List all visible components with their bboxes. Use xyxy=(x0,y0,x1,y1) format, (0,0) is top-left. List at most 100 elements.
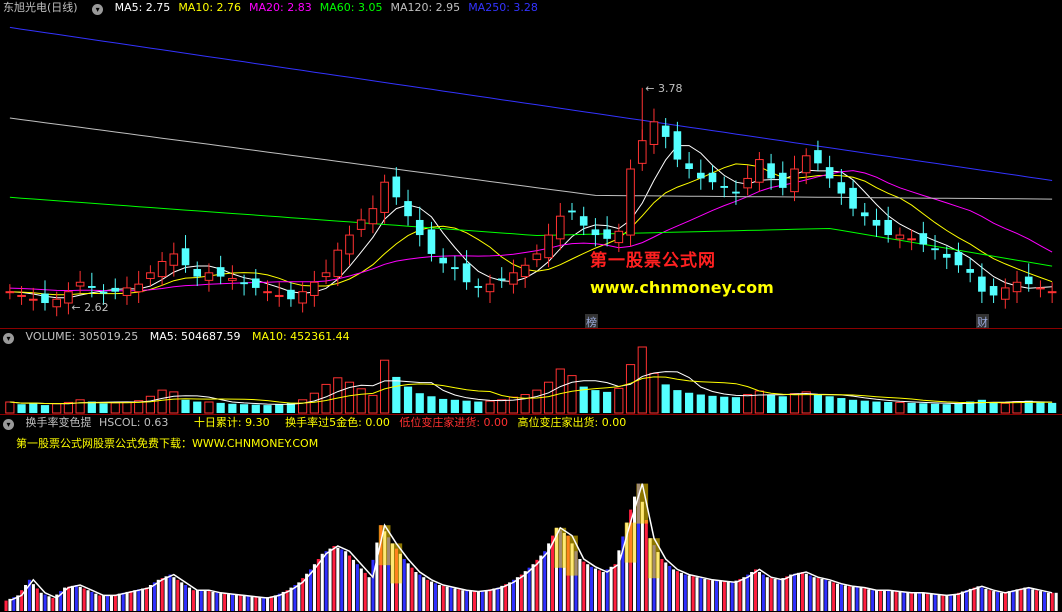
turnover-bar xyxy=(469,591,473,611)
turnover-bar xyxy=(851,586,855,611)
turnover-bar xyxy=(39,592,43,611)
volume-bar xyxy=(275,404,284,413)
volume-bar xyxy=(895,401,905,414)
turnover-bar xyxy=(1046,592,1050,611)
turnover-bar xyxy=(875,590,879,611)
candle-body xyxy=(122,287,132,296)
candle-body xyxy=(497,278,506,281)
volume-bar xyxy=(415,393,424,413)
turnover-bar xyxy=(215,592,219,611)
turnover-bar xyxy=(4,600,8,611)
candle-body xyxy=(356,219,366,230)
turnover-bar xyxy=(902,592,906,611)
candle-body xyxy=(75,281,85,287)
turnover-bar xyxy=(863,588,867,611)
candle-body xyxy=(1012,281,1022,293)
volume-bar xyxy=(52,403,62,414)
volume-bar xyxy=(696,394,705,413)
candle-body xyxy=(1036,287,1045,290)
turnover-bar xyxy=(269,596,274,611)
turnover-bar xyxy=(430,581,434,611)
volume-bar xyxy=(216,402,225,413)
turnover-bar xyxy=(726,581,730,611)
ma-legend-item: MA10: 2.76 xyxy=(178,1,242,14)
turnover-bar xyxy=(133,590,137,611)
turnover-bar xyxy=(796,572,801,611)
turnover-bar xyxy=(1015,589,1019,611)
candle-body xyxy=(5,291,15,294)
candle-body xyxy=(637,140,647,164)
turnover-bar xyxy=(999,592,1004,611)
volume-bar xyxy=(977,399,986,413)
volume-bar xyxy=(333,377,343,414)
turnover-bar xyxy=(340,549,344,611)
turnover-bar xyxy=(160,578,164,611)
tag-cai[interactable]: 财 xyxy=(976,314,989,328)
turnover-bar xyxy=(742,577,746,611)
turnover-bar xyxy=(878,590,883,611)
tag-bang[interactable]: 榜 xyxy=(585,314,598,328)
turnover-bar xyxy=(1003,591,1007,611)
indicator-panel[interactable]: ▾ 换手率变色提 HSCOL: 0.63 十日累计: 9.30 换手率过5金色:… xyxy=(0,415,1062,612)
chevron-down-icon[interactable]: ▾ xyxy=(92,4,104,15)
ma-line xyxy=(9,196,1053,267)
turnover-bar xyxy=(324,551,328,611)
ma-legend-item: MA60: 3.05 xyxy=(319,1,383,14)
turnover-bar xyxy=(668,565,672,611)
turnover-bar xyxy=(746,574,750,611)
turnover-bar xyxy=(223,593,227,611)
turnover-bar xyxy=(925,593,929,611)
volume-panel[interactable]: ▾ VOLUME: 305019.25 MA5: 504687.59 MA10:… xyxy=(0,329,1062,414)
turnover-bar xyxy=(890,591,894,611)
chevron-down-icon[interactable]: ▾ xyxy=(3,419,14,430)
turnover-bar xyxy=(898,591,902,611)
candle-body xyxy=(673,131,682,160)
turnover-bar xyxy=(402,559,406,611)
turnover-bar xyxy=(207,591,211,611)
turnover-chart xyxy=(4,483,1058,611)
turnover-bar xyxy=(976,586,980,611)
turnover-bar xyxy=(691,576,695,611)
turnover-gold xyxy=(566,535,578,576)
volume-bar xyxy=(685,392,694,413)
candle-body xyxy=(649,121,659,145)
turnover-bar xyxy=(94,593,98,611)
turnover-bar xyxy=(496,587,500,611)
turnover-bar xyxy=(332,546,336,611)
volume-bar xyxy=(298,399,308,414)
turnover-bar xyxy=(1023,587,1027,611)
turnover-bar xyxy=(921,593,925,611)
turnover-bar xyxy=(547,543,551,611)
turnover-bar xyxy=(199,590,203,611)
price-panel[interactable]: 东旭光电(日线) ▾ MA5: 2.75 MA10: 2.76 MA20: 2.83… xyxy=(0,0,1062,328)
chevron-down-icon[interactable]: ▾ xyxy=(3,333,14,344)
turnover-bar xyxy=(273,595,277,611)
indicator-name: 换手率变色提 xyxy=(25,416,92,429)
turnover-bar xyxy=(933,594,937,611)
volume-bar xyxy=(40,405,50,413)
volume-bar xyxy=(520,394,530,414)
candle-body xyxy=(310,281,319,296)
turnover-bar xyxy=(1019,588,1023,611)
indicator-sum10: 十日累计: 9.30 xyxy=(193,416,270,429)
volume-bar xyxy=(380,359,390,414)
volume-bar xyxy=(239,404,249,413)
turnover-bar xyxy=(35,588,39,611)
turnover-bar xyxy=(597,570,601,611)
turnover-bar xyxy=(203,590,207,611)
turnover-bar xyxy=(1054,592,1058,611)
turnover-bar xyxy=(847,586,851,611)
turnover-bar xyxy=(886,590,890,611)
turnover-bar xyxy=(992,591,996,611)
turnover-bar xyxy=(687,575,691,611)
turnover-bar xyxy=(250,596,254,611)
volume-bar xyxy=(5,401,15,414)
candle-body xyxy=(88,286,96,288)
turnover-bar xyxy=(316,559,320,611)
turnover-bar xyxy=(613,564,617,611)
candle-body xyxy=(544,234,553,259)
turnover-bar xyxy=(180,582,184,611)
turnover-bar xyxy=(348,555,352,611)
candle-body xyxy=(298,291,307,304)
volume-bar xyxy=(462,400,471,413)
